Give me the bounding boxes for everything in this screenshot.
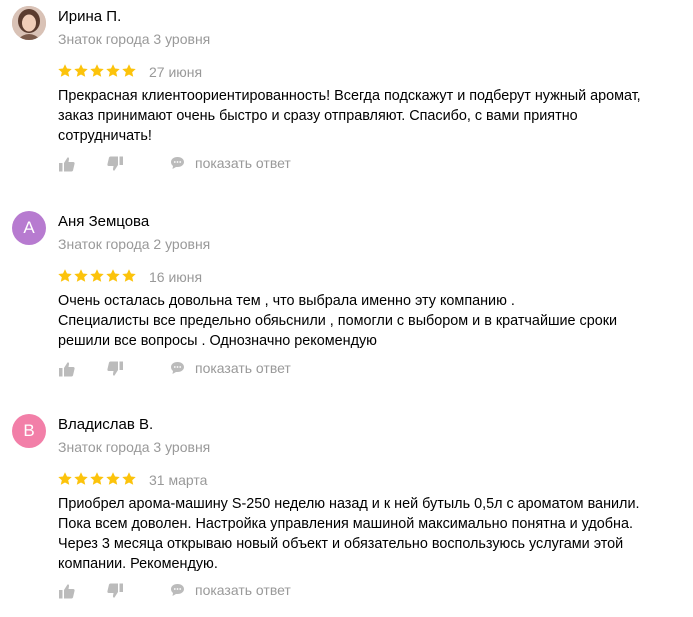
review-text-line: Прекрасная клиентоориентированность! Все… <box>58 88 641 104</box>
show-reply-label: показать ответ <box>195 155 291 171</box>
review-card: В Владислав В. Знаток города 3 уровня 31… <box>0 408 693 617</box>
rating-stars <box>57 268 137 284</box>
review-date: 31 марта <box>149 472 208 488</box>
review-text-line: заказ принимают очень быстро и сразу отп… <box>58 108 578 124</box>
review-text-line: решили все вопросы . Однозначно рекоменд… <box>58 333 377 349</box>
star-icon <box>122 472 136 485</box>
like-button[interactable] <box>58 155 76 173</box>
star-icon <box>106 269 120 282</box>
avatar[interactable]: В <box>12 414 46 448</box>
review-actions: показать ответ <box>58 360 358 380</box>
star-icon <box>106 472 120 485</box>
review-text: Приобрел арома-машину S-250 неделю назад… <box>58 494 668 574</box>
comment-icon <box>171 157 184 169</box>
review-text: Прекрасная клиентоориентированность! Все… <box>58 86 668 146</box>
avatar[interactable]: А <box>12 211 46 245</box>
review-text-line: сотрудничать! <box>58 128 152 144</box>
star-icon <box>58 472 72 485</box>
thumbs-up-icon <box>59 157 75 172</box>
show-reply-label: показать ответ <box>195 360 291 376</box>
review-actions: показать ответ <box>58 582 358 602</box>
author-name[interactable]: Ирина П. <box>58 8 121 26</box>
author-level: Знаток города 3 уровня <box>58 31 211 47</box>
thumbs-down-icon <box>107 361 123 376</box>
review-text-line: Приобрел арома-машину S-250 неделю назад… <box>58 496 640 512</box>
avatar[interactable] <box>12 6 46 40</box>
review-text-line: Через 3 месяца открываю новый объект и о… <box>58 536 624 552</box>
star-icon <box>90 269 104 282</box>
star-icon <box>74 472 88 485</box>
thumbs-up-icon <box>59 584 75 599</box>
like-button[interactable] <box>58 582 76 600</box>
comment-icon <box>171 362 184 374</box>
like-button[interactable] <box>58 360 76 378</box>
avatar-letter: А <box>23 218 35 237</box>
star-icon <box>74 269 88 282</box>
review-date: 27 июня <box>149 64 203 80</box>
review-card: А Аня Земцова Знаток города 2 уровня 16 … <box>0 205 693 395</box>
comment-icon <box>171 584 184 596</box>
star-icon <box>122 64 136 77</box>
star-icon <box>74 64 88 77</box>
show-reply-label: показать ответ <box>195 582 291 598</box>
rating-stars <box>57 471 137 487</box>
review-actions: показать ответ <box>58 155 358 175</box>
review-text-line: компании. Рекомендую. <box>58 556 218 572</box>
rating-stars <box>57 63 137 79</box>
thumbs-up-icon <box>59 362 75 377</box>
review-card: Ирина П. Знаток города 3 уровня 27 июня … <box>0 0 693 190</box>
show-reply-button[interactable]: показать ответ <box>170 582 291 598</box>
show-reply-button[interactable]: показать ответ <box>170 360 291 376</box>
show-reply-button[interactable]: показать ответ <box>170 155 291 171</box>
dislike-button[interactable] <box>106 582 124 600</box>
review-text-line: Специалисты все предельно обяьснили , по… <box>58 313 618 329</box>
author-name[interactable]: Владислав В. <box>58 416 153 434</box>
dislike-button[interactable] <box>106 360 124 378</box>
star-icon <box>90 64 104 77</box>
author-level: Знаток города 2 уровня <box>58 236 211 252</box>
thumbs-down-icon <box>107 583 123 598</box>
star-icon <box>122 269 136 282</box>
author-level: Знаток города 3 уровня <box>58 439 211 455</box>
dislike-button[interactable] <box>106 155 124 173</box>
user-photo-icon <box>12 6 46 40</box>
star-icon <box>90 472 104 485</box>
author-name[interactable]: Аня Земцова <box>58 213 149 231</box>
star-icon <box>58 64 72 77</box>
star-icon <box>106 64 120 77</box>
thumbs-down-icon <box>107 156 123 171</box>
review-text-line: Пока всем доволен. Настройка управления … <box>58 516 633 532</box>
review-date: 16 июня <box>149 269 203 285</box>
avatar-letter: В <box>23 421 35 440</box>
review-text-line: Очень осталась довольна тем , что выбрал… <box>58 293 515 309</box>
review-text: Очень осталась довольна тем , что выбрал… <box>58 291 668 351</box>
star-icon <box>58 269 72 282</box>
